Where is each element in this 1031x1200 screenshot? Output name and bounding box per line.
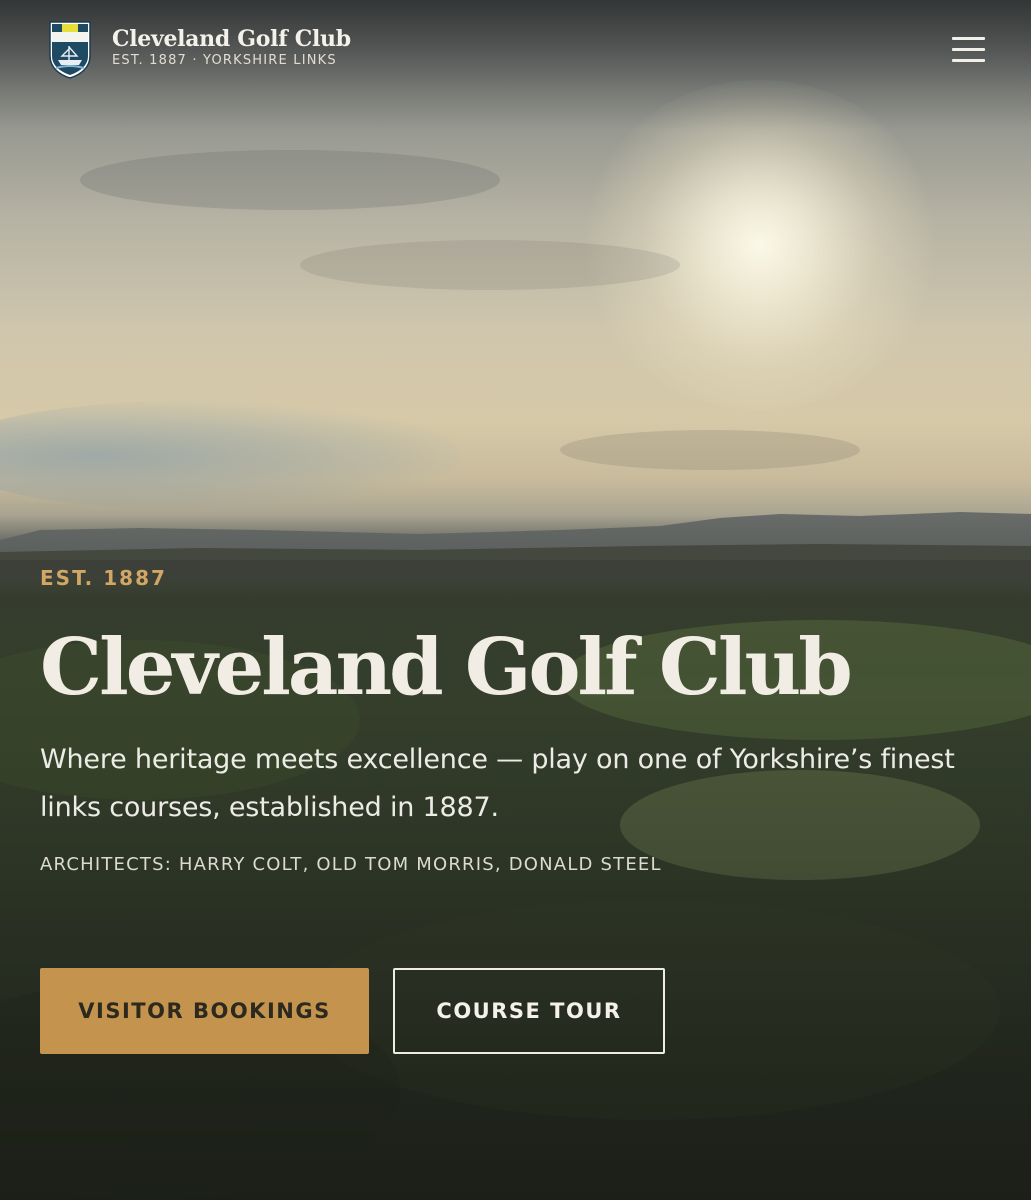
brand-tagline: EST. 1887 · YORKSHIRE LINKS [112,53,337,68]
hero-cta-row: VISITOR BOOKINGS COURSE TOUR [40,968,665,1054]
hero-section: EST. 1887 Cleveland Golf Club Where heri… [40,560,990,875]
homepage: Cleveland Golf Club EST. 1887 · YORKSHIR… [0,0,1031,1200]
architects-credit: ARCHITECTS: HARRY COLT, OLD TOM MORRIS, … [40,854,662,875]
hero-title: Cleveland Golf Club [40,622,853,713]
hero-lead: Where heritage meets excellence — play o… [40,744,955,823]
hamburger-menu-button[interactable] [946,30,990,70]
hero-eyebrow: EST. 1887 [40,566,167,590]
brand-name: Cleveland Golf Club [112,26,351,52]
cloud [80,150,500,210]
cloud [560,430,860,470]
visitor-bookings-button[interactable]: VISITOR BOOKINGS [40,968,369,1054]
cloud [300,240,680,290]
brand-text: Cleveland Golf Club EST. 1887 · YORKSHIR… [112,26,351,69]
sky-blue-patch [0,400,460,510]
course-tour-button[interactable]: COURSE TOUR [393,968,665,1054]
club-crest-icon [49,21,91,79]
home-logo-link[interactable]: Cleveland Golf Club EST. 1887 · YORKSHIR… [48,20,351,80]
site-header: Cleveland Golf Club EST. 1887 · YORKSHIR… [0,0,1031,100]
